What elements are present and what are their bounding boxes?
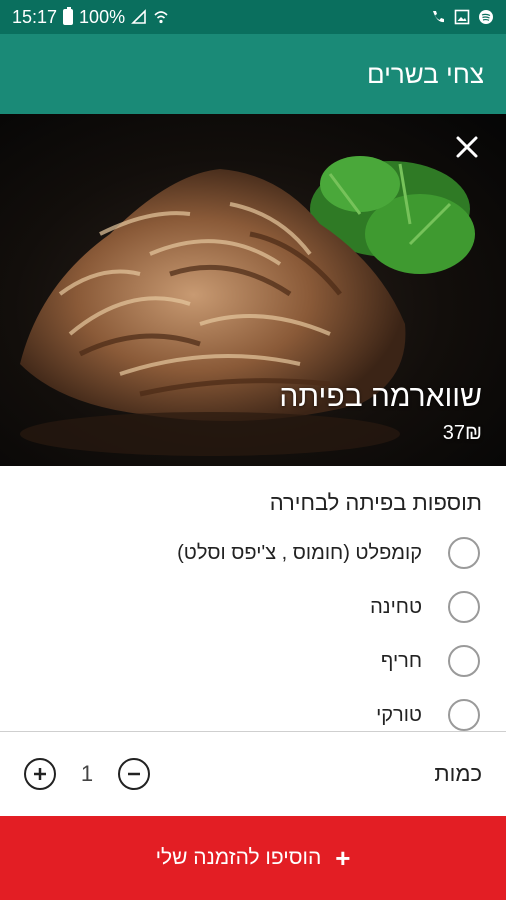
signal-icon [131,9,146,24]
quantity-stepper: 1 כמות [0,732,506,816]
quantity-label: כמות [434,761,482,786]
increase-quantity-button[interactable] [24,758,56,790]
option-tahini[interactable]: טחינה [0,580,506,634]
radio-button[interactable] [448,537,480,569]
add-to-order-button[interactable]: + הוסיפו להזמנה שלי [0,816,506,900]
wifi-icon [154,11,168,24]
radio-button[interactable] [448,591,480,623]
option-label: קומפלט (חומוס , צ'יפס וסלט) [177,541,422,564]
gallery-icon [454,9,470,25]
status-battery-percent: 100% [79,6,126,27]
status-time: 15:17 [12,6,58,27]
status-bar: 15:17 100% [0,0,506,34]
page-title: צחי בשרים [366,58,484,89]
quantity-controls: 1 [24,758,150,790]
radio-button[interactable] [448,699,480,731]
plus-icon: + [335,843,351,873]
close-icon [456,136,478,158]
status-left: 15:17 100% [12,7,169,28]
option-label: טורקי [376,703,422,726]
dish-name: שווארמה בפיתה [279,380,482,413]
plus-icon [34,768,46,780]
status-right [430,9,494,25]
quantity-value: 1 [80,761,94,786]
option-complete[interactable]: קומפלט (חומוס , צ'יפס וסלט) [0,526,506,580]
radio-button[interactable] [448,645,480,677]
dish-image: שווארמה בפיתה 37₪ [0,114,506,466]
minus-icon [128,772,140,776]
options-title: תוספות בפיתה לבחירה [269,490,482,515]
options-list: קומפלט (חומוס , צ'יפס וסלט) טחינה חריף ט… [0,526,506,742]
option-label: טחינה [370,595,422,618]
option-spicy[interactable]: חריף [0,634,506,688]
decrease-quantity-button[interactable] [118,758,150,790]
spotify-icon [479,10,493,24]
app-bar: צחי בשרים [0,34,506,114]
call-icon [433,11,444,23]
close-button[interactable] [450,130,484,164]
battery-icon [63,7,74,25]
add-to-order-label: הוסיפו להזמנה שלי [155,846,322,869]
option-label: חריף [380,649,422,672]
dish-price: 37₪ [442,422,482,444]
